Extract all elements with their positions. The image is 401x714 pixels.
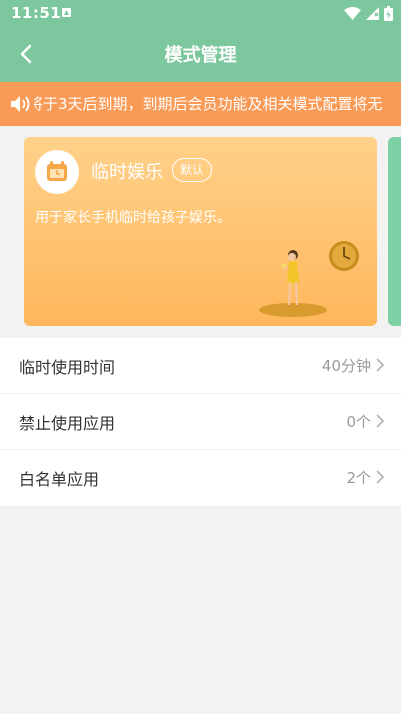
notice-text: 将于3天后到期，到期后会员功能及相关模式配置将无 — [34, 95, 383, 113]
speaker-icon — [10, 94, 34, 114]
chevron-right-icon — [376, 358, 385, 372]
notice-marquee: 将于3天后到期，到期后会员功能及相关模式配置将无 — [34, 82, 401, 126]
setting-value: 40分钟 — [321, 357, 371, 375]
chevron-right-icon — [376, 470, 385, 484]
settings-list: 临时使用时间 40分钟 禁止使用应用 0个 白名单应用 2个 — [0, 338, 401, 506]
mode-description: 用于家长手机临时给孩子娱乐。 — [35, 210, 231, 226]
girl-clock-illustration — [259, 241, 359, 317]
status-bar: 11:51 — [0, 0, 401, 26]
setting-whitelist-apps[interactable]: 白名单应用 2个 — [0, 450, 401, 506]
setting-temporary-usage-time[interactable]: 临时使用时间 40分钟 — [0, 338, 401, 394]
mode-title: 临时娱乐 — [91, 162, 163, 183]
app-bar: 模式管理 — [0, 26, 401, 82]
default-badge: 默认 — [172, 158, 213, 182]
notification-icon — [62, 8, 71, 17]
setting-label: 禁止使用应用 — [19, 414, 116, 433]
chevron-right-icon — [376, 414, 385, 428]
setting-value: 0个 — [346, 413, 371, 431]
page-title: 模式管理 — [164, 45, 237, 66]
calendar-clock-icon — [47, 161, 67, 181]
setting-label: 临时使用时间 — [19, 358, 116, 377]
signal-icon — [366, 6, 379, 20]
status-icons — [344, 5, 393, 21]
mode-card-next[interactable] — [388, 137, 401, 326]
mode-icon — [35, 150, 79, 194]
setting-value: 2个 — [346, 469, 371, 487]
mode-card-temporary-entertainment[interactable]: 临时娱乐 默认 用于家长手机临时给孩子娱乐。 — [24, 137, 377, 326]
mode-carousel[interactable]: 临时娱乐 默认 用于家长手机临时给孩子娱乐。 — [0, 126, 401, 338]
notice-bar: 将于3天后到期，到期后会员功能及相关模式配置将无 — [0, 82, 401, 126]
wifi-icon — [344, 6, 361, 20]
setting-blocked-apps[interactable]: 禁止使用应用 0个 — [0, 394, 401, 450]
battery-icon — [384, 5, 393, 21]
status-time: 11:51 — [11, 4, 62, 22]
setting-label: 白名单应用 — [19, 470, 100, 489]
